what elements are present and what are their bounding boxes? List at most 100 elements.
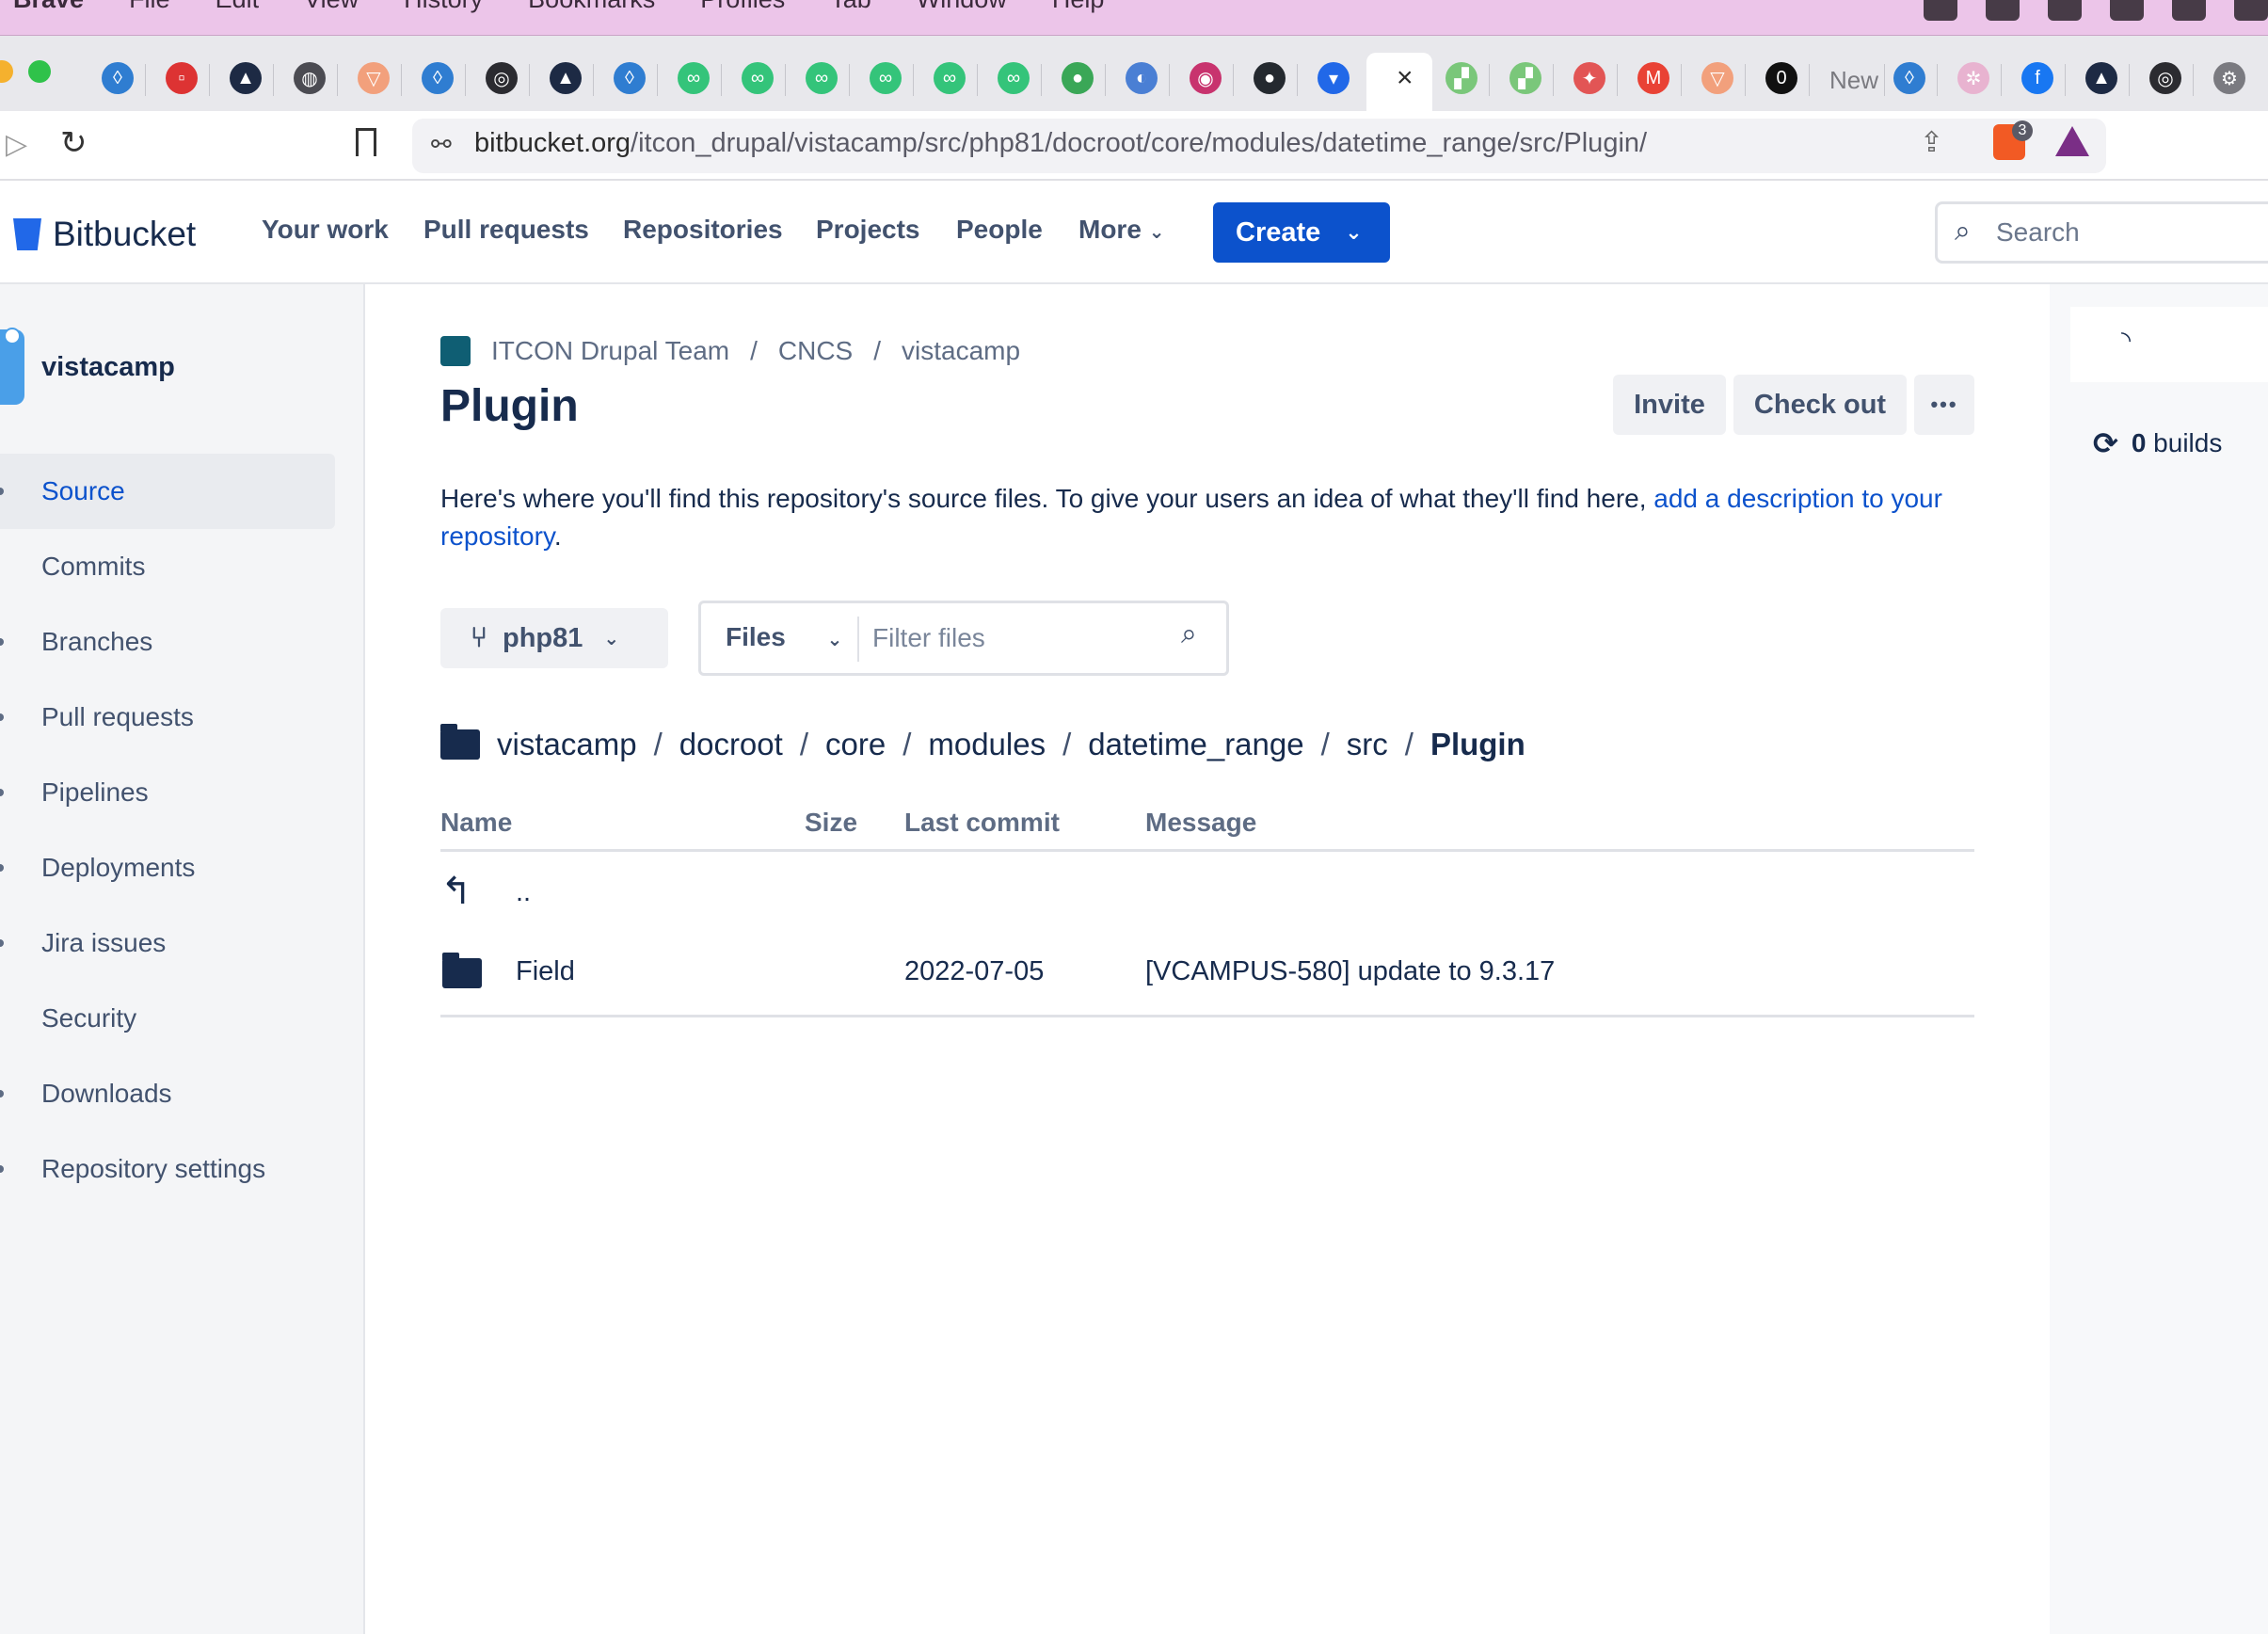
tab-maps-icon[interactable]: ●	[1062, 62, 1094, 94]
breadcrumb-workspace[interactable]: ITCON Drupal Team	[491, 336, 729, 366]
status-cloud-icon[interactable]	[2048, 0, 2082, 21]
tab-atlassian-icon[interactable]: ▲	[230, 62, 262, 94]
tab-drupal-icon-4[interactable]: ◊	[1893, 62, 1925, 94]
tab-tripadvisor-icon-3[interactable]: ∞	[806, 62, 838, 94]
menu-app-brave[interactable]: Brave	[13, 0, 84, 14]
file-name[interactable]: Field	[516, 956, 575, 987]
status-battery-icon[interactable]	[2234, 0, 2268, 21]
tab-circle-icon[interactable]: ◎	[486, 62, 518, 94]
share-icon[interactable]: ⇪	[1920, 126, 1943, 159]
nav-projects[interactable]: Projects	[816, 215, 920, 245]
column-header-message[interactable]: Message	[1145, 808, 1256, 838]
path-segment[interactable]: src	[1347, 727, 1388, 762]
search-input[interactable]: ⌕ Search	[1935, 201, 2268, 264]
sidebar-item-downloads[interactable]: Downloads	[0, 1056, 335, 1131]
nav-your-work[interactable]: Your work	[262, 215, 389, 245]
menu-tab[interactable]: Tab	[830, 0, 871, 14]
tab-facebook-icon[interactable]: f	[2021, 62, 2053, 94]
tab-globe-icon[interactable]: ◍	[294, 62, 326, 94]
tab-brave-icon[interactable]: ▽	[358, 62, 390, 94]
status-dnd-icon[interactable]	[1986, 0, 2020, 21]
files-dropdown[interactable]: Files ⌄	[726, 622, 842, 652]
nav-repositories[interactable]: Repositories	[623, 215, 783, 245]
sidebar-item-commits[interactable]: Commits	[0, 529, 335, 604]
url-text[interactable]: bitbucket.org/itcon_drupal/vistacamp/src…	[474, 128, 1647, 159]
invite-button[interactable]: Invite	[1613, 375, 1726, 435]
tab-tripadvisor-icon-4[interactable]: ∞	[870, 62, 902, 94]
window-zoom-button[interactable]	[28, 60, 51, 83]
filter-files-input[interactable]: Filter files	[872, 623, 985, 653]
repo-name[interactable]: vistacamp	[41, 352, 175, 383]
tab-circle-icon-2[interactable]: ◎	[2149, 62, 2181, 94]
tab-green-icon[interactable]: ▞	[1445, 62, 1477, 94]
sidebar-item-pull-requests[interactable]: Pull requests	[0, 680, 335, 755]
tab-atlassian-icon-2[interactable]: ▲	[550, 62, 582, 94]
tab-app-icon[interactable]: ▫	[166, 62, 198, 94]
tab-pink-icon[interactable]: ◉	[1190, 62, 1222, 94]
tab-close-icon[interactable]: ×	[1397, 62, 1414, 94]
bookmark-icon[interactable]	[356, 128, 376, 156]
status-play-icon[interactable]	[2172, 0, 2206, 21]
sidebar-item-security[interactable]: Security	[0, 981, 335, 1056]
menu-window[interactable]: Window	[917, 0, 1007, 14]
menu-bookmarks[interactable]: Bookmarks	[528, 0, 655, 14]
tab-black-icon[interactable]: 0	[1765, 62, 1797, 94]
sidebar-item-branches[interactable]: Branches	[0, 604, 335, 680]
tab-atlassian-icon-3[interactable]: ▲	[2085, 62, 2117, 94]
sidebar-item-deployments[interactable]: Deployments	[0, 830, 335, 905]
nav-pull-requests[interactable]: Pull requests	[423, 215, 589, 245]
tab-drupal-icon[interactable]: ◊	[102, 62, 134, 94]
tab-green-icon-2[interactable]: ▞	[1509, 62, 1541, 94]
tab-github-icon[interactable]: ●	[1254, 62, 1286, 94]
builds-summary[interactable]: ⟳ 0 builds	[2093, 425, 2222, 461]
sidebar-item-source[interactable]: Source	[0, 454, 335, 529]
tab-drupal-icon-3[interactable]: ◊	[614, 62, 646, 94]
tab-tripadvisor-icon[interactable]: ∞	[678, 62, 710, 94]
tab-dots-icon[interactable]: ✲	[1957, 62, 1989, 94]
tab-tripadvisor-icon-2[interactable]: ∞	[742, 62, 774, 94]
brave-rewards-icon[interactable]	[2055, 126, 2089, 156]
tab-tripadvisor-icon-5[interactable]: ∞	[934, 62, 966, 94]
sidebar-item-jira-issues[interactable]: Jira issues	[0, 905, 335, 981]
parent-directory-label[interactable]: ..	[516, 877, 531, 908]
tab-gmail-icon[interactable]: M	[1637, 62, 1669, 94]
site-settings-icon[interactable]: ⚯	[431, 130, 452, 159]
tab-new-label[interactable]: New	[1829, 66, 1878, 95]
menu-profiles[interactable]: Profiles	[700, 0, 785, 14]
tab-handshake-icon[interactable]: ✦	[1573, 62, 1605, 94]
search-icon[interactable]: ⌕	[1181, 618, 1197, 650]
reload-icon[interactable]: ↻	[60, 124, 88, 162]
menu-edit[interactable]: Edit	[216, 0, 260, 14]
breadcrumb-project[interactable]: CNCS	[778, 336, 853, 366]
path-segment[interactable]: datetime_range	[1088, 727, 1303, 762]
sidebar-item-repository-settings[interactable]: Repository settings	[0, 1131, 335, 1207]
checkout-button[interactable]: Check out	[1733, 375, 1907, 435]
menu-file[interactable]: File	[129, 0, 170, 14]
tab-drupal-icon-2[interactable]: ◊	[422, 62, 454, 94]
path-segment[interactable]: vistacamp	[497, 727, 637, 762]
forward-icon[interactable]: ▷	[6, 128, 27, 161]
commit-message[interactable]: [VCAMPUS-580] update to 9.3.17	[1145, 956, 1555, 987]
sidebar-item-pipelines[interactable]: Pipelines	[0, 755, 335, 830]
tab-tripadvisor-icon-6[interactable]: ∞	[998, 62, 1030, 94]
tab-settings-icon[interactable]: ⚙	[2213, 62, 2245, 94]
status-volume-icon[interactable]	[2110, 0, 2144, 21]
path-segment[interactable]: core	[825, 727, 886, 762]
column-header-size[interactable]: Size	[805, 808, 857, 838]
menu-help[interactable]: Help	[1052, 0, 1105, 14]
column-header-last-commit[interactable]: Last commit	[904, 808, 1060, 838]
window-minimize-button[interactable]	[0, 60, 13, 83]
tab-bird-icon[interactable]: ◐	[1126, 62, 1158, 94]
tab-brave-icon-2[interactable]: ▽	[1701, 62, 1733, 94]
nav-people[interactable]: People	[956, 215, 1043, 245]
menu-view[interactable]: View	[304, 0, 359, 14]
menu-history[interactable]: History	[404, 0, 483, 14]
bitbucket-logo[interactable]: Bitbucket	[13, 215, 196, 254]
tab-bitbucket-icon[interactable]: ▾	[1318, 62, 1350, 94]
nav-more[interactable]: More ⌄	[1078, 215, 1164, 245]
create-button[interactable]: Create ⌄	[1213, 202, 1390, 263]
branch-selector[interactable]: ⑂ php81 ⌄	[440, 608, 668, 668]
path-segment[interactable]: docroot	[679, 727, 783, 762]
status-mail-icon[interactable]	[1924, 0, 1957, 21]
breadcrumb-repo[interactable]: vistacamp	[902, 336, 1020, 366]
